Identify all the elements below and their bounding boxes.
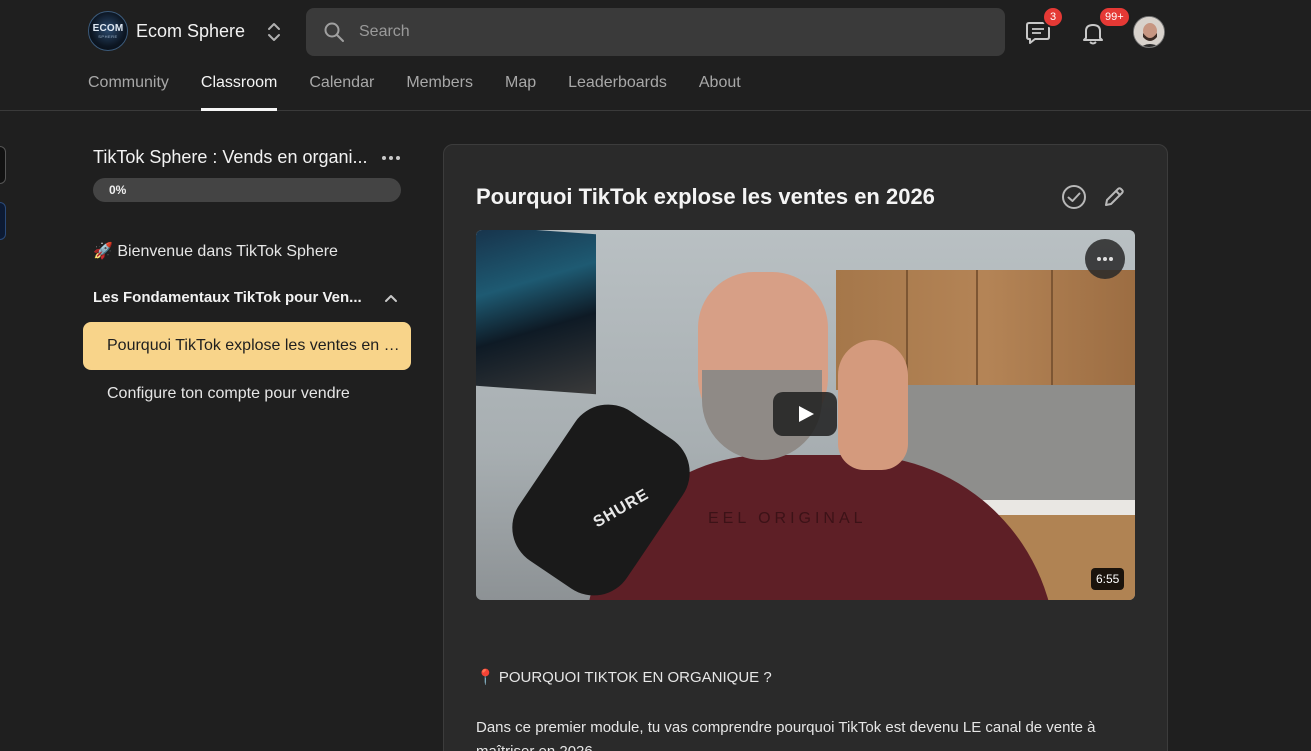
search-icon	[324, 22, 344, 42]
video-more-button[interactable]	[1085, 239, 1125, 279]
chevron-up-icon[interactable]	[383, 290, 399, 306]
brand-name[interactable]: Ecom Sphere	[136, 21, 245, 42]
brand-logo[interactable]: ECOM SPHERE	[88, 11, 128, 51]
course-title: TikTok Sphere : Vends en organi...	[93, 147, 368, 167]
brand-logo-text: ECOM	[92, 22, 124, 34]
more-options-icon	[1097, 257, 1113, 261]
avatar-portrait	[1134, 17, 1164, 47]
top-bar: ECOM SPHERE Ecom Sphere 3 99+ Comm	[0, 0, 1311, 111]
tab-classroom[interactable]: Classroom	[200, 72, 278, 111]
mark-complete-icon[interactable]	[1061, 184, 1087, 210]
chat-badge: 3	[1042, 6, 1064, 28]
tab-calendar[interactable]: Calendar	[309, 72, 374, 111]
content-paragraph: Dans ce premier module, tu vas comprendr…	[476, 719, 1096, 751]
lesson-item-active[interactable]: Pourquoi TikTok explose les ventes en 2.…	[83, 322, 411, 370]
tab-leaderboards[interactable]: Leaderboards	[568, 72, 667, 111]
video-cabinet-line	[1051, 270, 1053, 390]
user-avatar[interactable]	[1133, 16, 1165, 48]
course-progress-bar: 0%	[93, 178, 401, 202]
play-icon	[799, 406, 814, 422]
search-input[interactable]	[359, 23, 959, 41]
tab-map[interactable]: Map	[505, 72, 536, 111]
brand[interactable]: ECOM SPHERE Ecom Sphere	[88, 11, 245, 51]
video-duration: 6:55	[1091, 568, 1125, 590]
tab-community[interactable]: Community	[88, 72, 169, 111]
tab-about[interactable]: About	[699, 72, 741, 111]
side-panel-tab[interactable]	[0, 146, 6, 184]
brand-logo-subtext: SPHERE	[98, 33, 118, 39]
sidebar-item-welcome[interactable]: 🚀 Bienvenue dans TikTok Sphere	[93, 241, 338, 261]
lesson-item[interactable]: Configure ton compte pour vendre	[107, 385, 350, 403]
video-person-hand	[838, 340, 908, 470]
community-switcher-icon[interactable]	[266, 21, 282, 43]
main-nav: Community Classroom Calendar Members Map…	[88, 72, 773, 111]
side-panel-tab[interactable]	[0, 202, 6, 240]
video-cabinet-line	[976, 270, 978, 390]
notifications-badge: 99+	[1098, 6, 1131, 28]
lesson-label: Pourquoi TikTok explose les ventes en 2.…	[107, 337, 402, 354]
video-hoodie-text: EEL ORIGINAL	[708, 510, 867, 527]
module-title[interactable]: Les Fondamentaux TikTok pour Ven...	[93, 289, 368, 306]
video-player[interactable]: SHURE EEL ORIGINAL 6:55	[476, 230, 1135, 600]
tab-members[interactable]: Members	[406, 72, 473, 111]
content-heading: 📍 POURQUOI TIKTOK EN ORGANIQUE ?	[476, 669, 772, 686]
more-options-icon[interactable]	[381, 148, 401, 168]
video-wall-poster	[476, 230, 596, 395]
lesson-title: Pourquoi TikTok explose les ventes en 20…	[476, 184, 935, 209]
play-button[interactable]	[773, 392, 837, 436]
search-bar[interactable]	[306, 8, 1005, 56]
progress-label: 0%	[109, 183, 127, 197]
edit-pencil-icon[interactable]	[1102, 185, 1126, 209]
